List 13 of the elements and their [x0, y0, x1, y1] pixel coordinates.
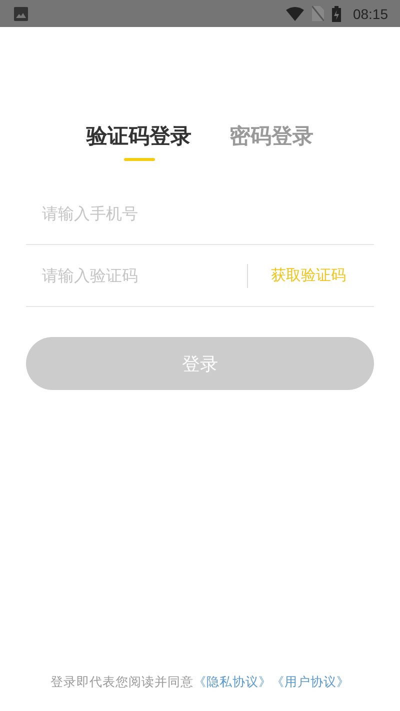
agreement-link[interactable]: 《隐私协议》: [194, 674, 272, 689]
get-code-button[interactable]: 获取验证码: [248, 266, 374, 285]
image-icon: [14, 6, 28, 20]
login-tab[interactable]: 验证码登录: [86, 122, 192, 161]
agreement-link[interactable]: 《用户协议》: [272, 674, 350, 689]
phone-field[interactable]: 请输入手机号: [26, 194, 374, 234]
login-tab[interactable]: 密码登录: [230, 122, 314, 161]
no-sim-icon: [312, 6, 324, 21]
agreement-text: 登录即代表您阅读并同意《隐私协议》《用户协议》: [50, 674, 350, 691]
battery-icon: [332, 6, 341, 22]
code-field[interactable]: 请输入验证码: [26, 256, 247, 296]
wifi-icon: [286, 6, 304, 20]
clock-time: 08:15: [352, 6, 388, 22]
